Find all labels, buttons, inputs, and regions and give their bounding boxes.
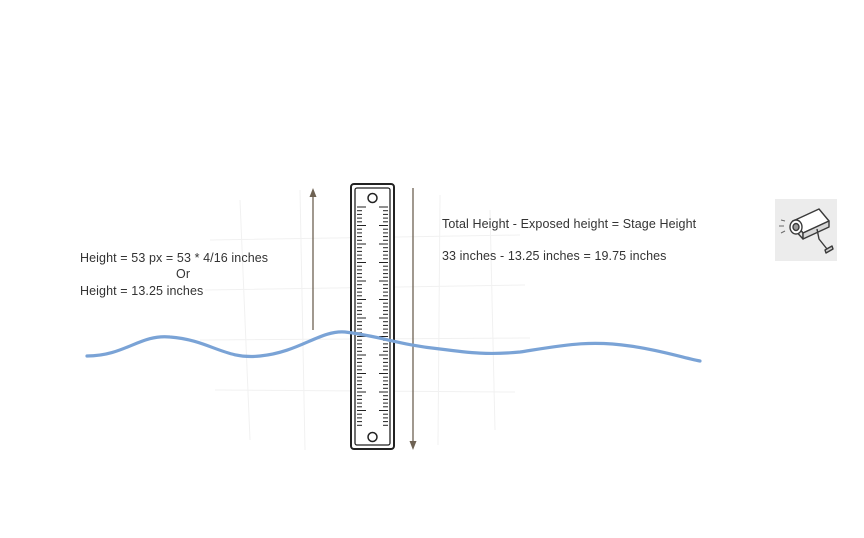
ruler-bottom-hole	[367, 431, 378, 443]
diagram-canvas	[85, 183, 702, 451]
left-annotation-height-px: Height = 53 px = 53 * 4/16 inches	[80, 251, 269, 265]
security-camera-icon	[775, 199, 837, 261]
staff-gauge-ruler	[350, 183, 395, 450]
left-annotation-height-inches: Height = 13.25 inches	[80, 284, 204, 298]
ruler-top-hole	[367, 192, 378, 204]
exposed-height-arrow	[309, 188, 317, 330]
left-annotation-or: Or	[176, 267, 191, 281]
right-annotation-formula: Total Height - Exposed height = Stage He…	[442, 217, 697, 231]
total-height-arrow	[409, 188, 417, 450]
right-annotation-calculation: 33 inches - 13.25 inches = 19.75 inches	[442, 249, 667, 263]
